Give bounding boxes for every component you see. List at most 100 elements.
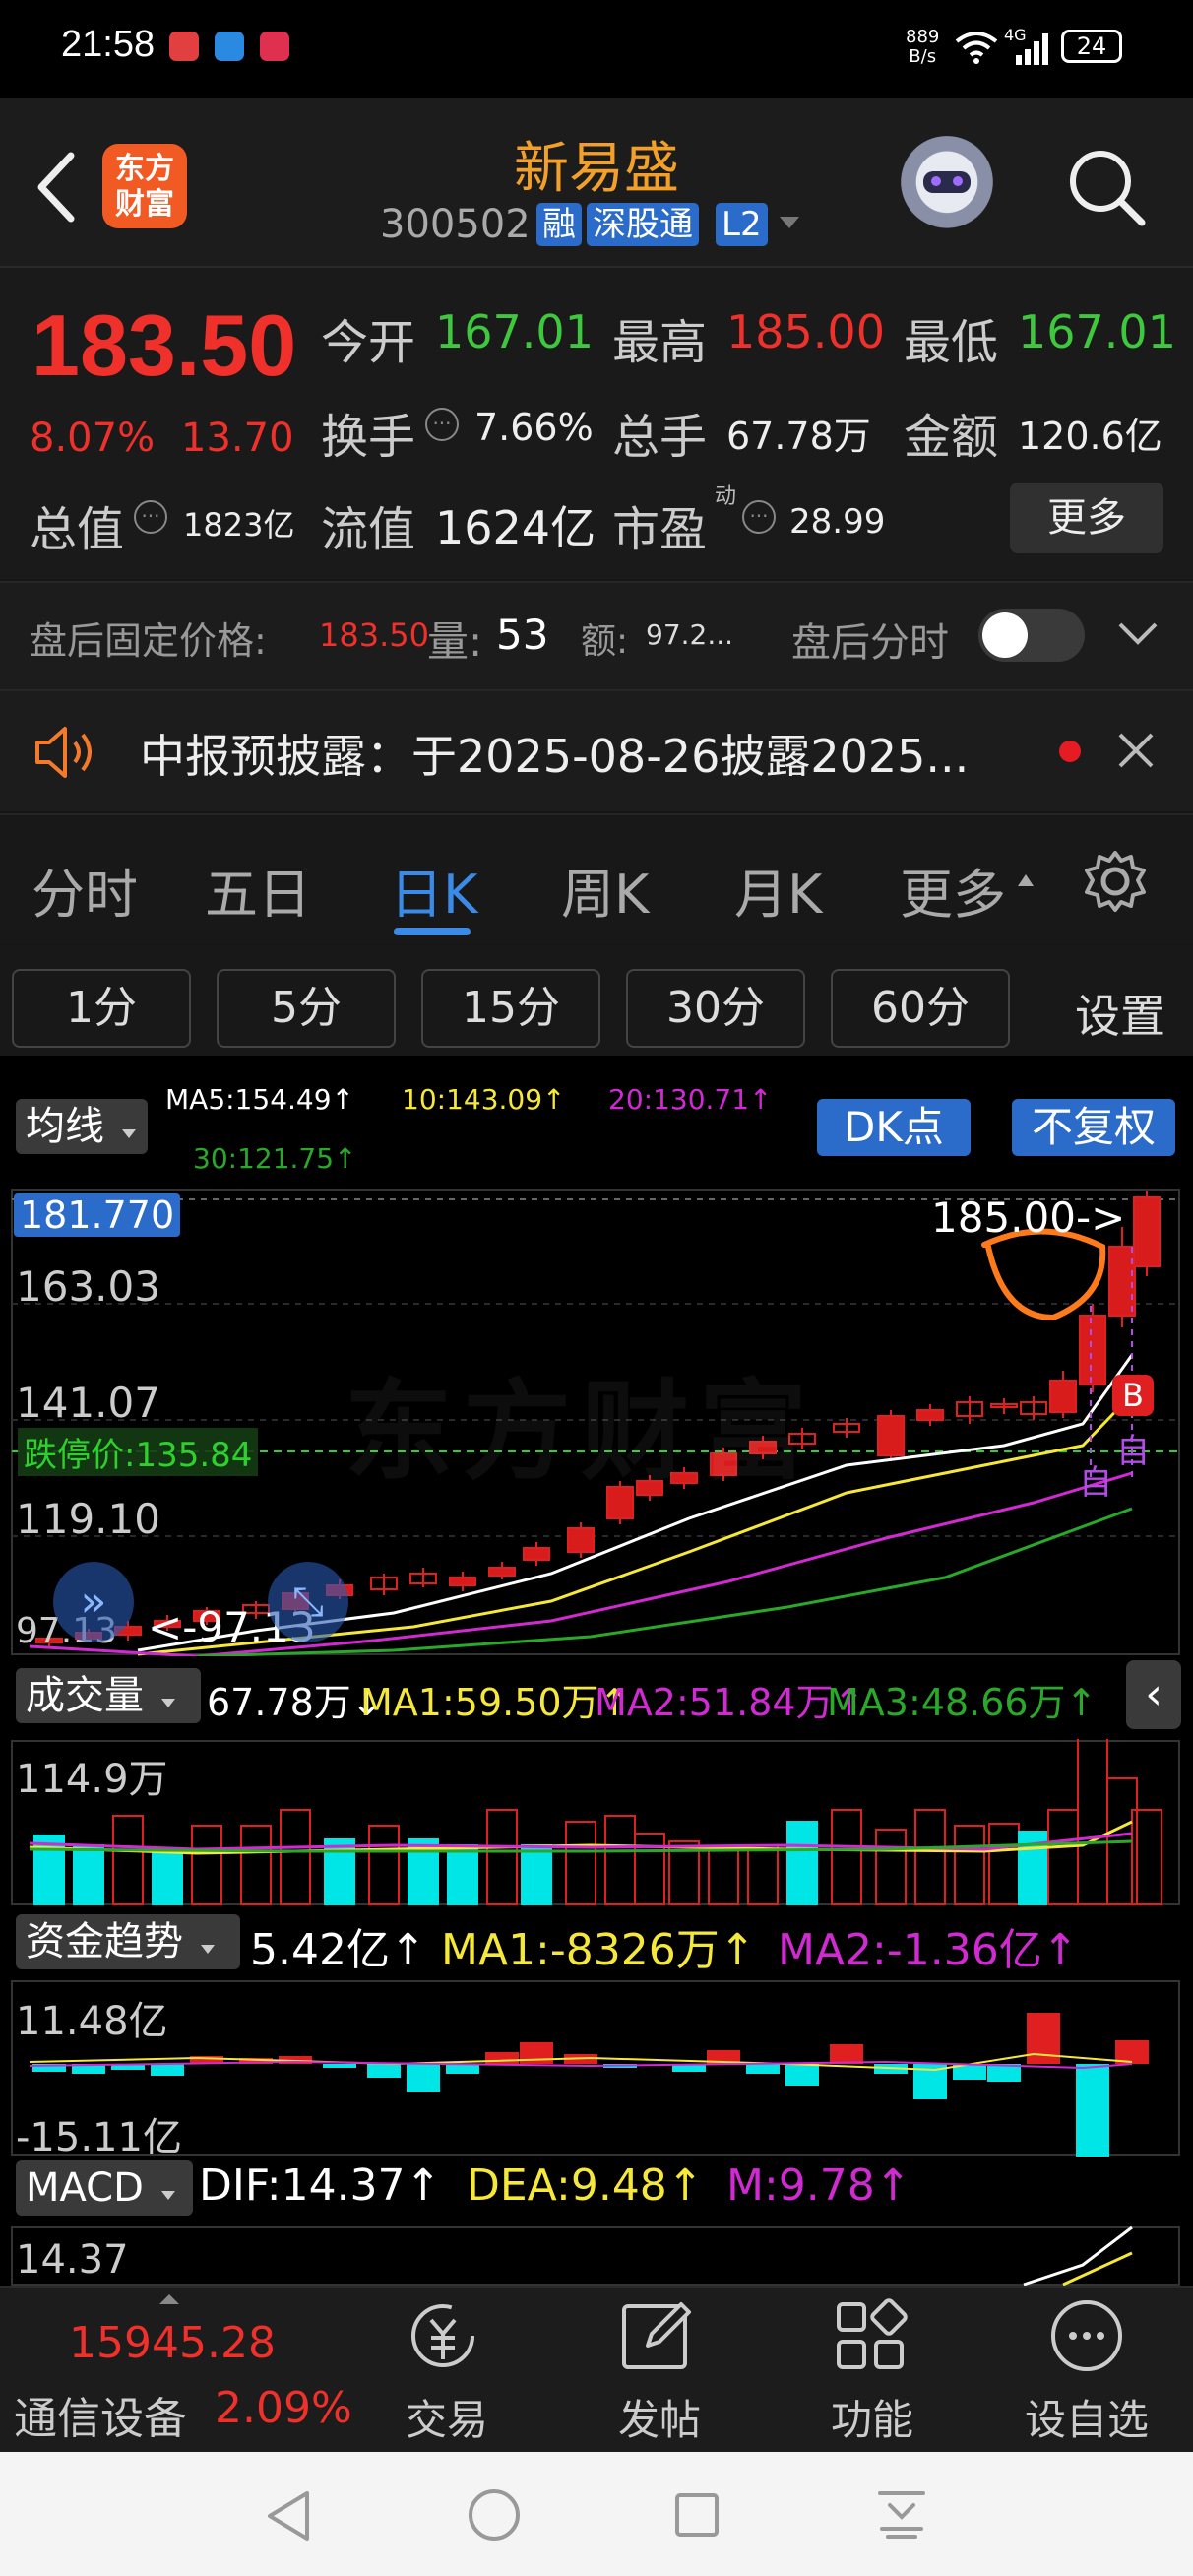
system-pulldown-icon[interactable]	[874, 2487, 929, 2543]
unread-dot	[1059, 741, 1081, 762]
after-hours-label: 盘后固定价格:	[30, 619, 267, 663]
fund-trend-selector[interactable]: 资金趋势	[16, 1914, 240, 1969]
no-adjust-button[interactable]: 不复权	[1012, 1099, 1175, 1156]
kline-candle	[1108, 1246, 1136, 1317]
tab-daily-k[interactable]: 日K	[390, 851, 477, 929]
after-hours-chart-label: 盘后分时	[791, 620, 949, 666]
close-icon[interactable]	[1116, 731, 1156, 770]
settings-gear-icon[interactable]	[1081, 847, 1150, 916]
sector-index-value[interactable]: 15945.28	[69, 2318, 276, 2368]
tab-five-day[interactable]: 五日	[205, 851, 311, 929]
fullscreen-button[interactable]: ⤡	[268, 1562, 348, 1642]
axis-label-top: 181.770	[14, 1193, 181, 1237]
period-30min[interactable]: 30分	[626, 969, 805, 1048]
kline-candle	[567, 1527, 595, 1553]
tab-intraday[interactable]: 分时	[31, 851, 138, 929]
expand-left-button[interactable]: »	[53, 1562, 134, 1642]
turnover-value: 7.66%	[474, 406, 594, 449]
volume-bar	[565, 1821, 596, 1905]
period-settings[interactable]: 设置	[1075, 981, 1165, 1046]
mktcap-info-icon[interactable]: ···	[134, 500, 167, 534]
tab-more[interactable]: 更多	[900, 851, 1006, 929]
margin-tag: 融	[536, 203, 582, 246]
announcement-text[interactable]: 中报预披露：于2025-08-26披露2025...	[140, 721, 969, 786]
volume-bar	[786, 1821, 818, 1905]
volume-label: 总手	[612, 410, 708, 465]
battery-level: 24	[1076, 32, 1107, 60]
nav-functions[interactable]: 功能	[803, 2387, 941, 2447]
fund-trend-chart[interactable]	[0, 1979, 1193, 2157]
fund-trend-selector-label: 资金趋势	[26, 1919, 183, 1964]
after-hours-amt: 97.2...	[646, 618, 734, 651]
low-value: 167.01	[1018, 305, 1176, 358]
status-bar: 21:58 889 B/s 4G 24	[0, 0, 1193, 98]
status-time: 21:58	[61, 24, 156, 65]
kline-candle	[449, 1577, 476, 1586]
system-recents-icon[interactable]	[673, 2491, 721, 2539]
volume-bar	[1077, 1739, 1108, 1905]
l2-tag: L2	[716, 203, 768, 246]
ma-selector-label: 均线	[26, 1104, 104, 1149]
post-edit-icon[interactable]	[618, 2298, 697, 2373]
volume-bar	[280, 1809, 311, 1905]
pe-info-icon[interactable]: ···	[742, 500, 776, 534]
kline-candle	[916, 1409, 944, 1421]
fund-bar	[323, 2064, 356, 2068]
volume-ma3: MA3:48.66万↑	[827, 1681, 1098, 1724]
ma-selector[interactable]: 均线	[16, 1099, 148, 1154]
tab-weekly-k[interactable]: 周K	[561, 851, 649, 929]
sector-index-name[interactable]: 通信设备	[14, 2383, 187, 2446]
system-back-icon[interactable]	[264, 2489, 313, 2543]
low-label: 最低	[904, 315, 999, 370]
more-quote-button[interactable]: 更多	[1010, 483, 1163, 553]
volume-bar	[368, 1825, 400, 1905]
sector-index-percent[interactable]: 2.09%	[215, 2383, 352, 2433]
pe-dynamic-sup: 动	[715, 484, 737, 509]
stock-switch-chevron-icon[interactable]	[778, 215, 801, 232]
add-watchlist-icon[interactable]	[1047, 2296, 1126, 2375]
collapse-panel-button[interactable]: ‹	[1126, 1660, 1181, 1729]
kline-candle	[877, 1415, 905, 1456]
nav-trade[interactable]: 交易	[378, 2387, 516, 2447]
nav-post[interactable]: 发帖	[591, 2387, 728, 2447]
dropdown-triangle-icon	[200, 1945, 215, 1954]
expand-chevron-icon[interactable]	[1116, 618, 1160, 648]
turnover-info-icon[interactable]: ···	[425, 408, 459, 441]
volume-ma2: MA2:51.84万↑	[595, 1681, 865, 1724]
period-60min[interactable]: 60分	[831, 969, 1010, 1048]
robot-assistant-avatar[interactable]	[896, 136, 998, 238]
system-navigation-bar	[0, 2452, 1193, 2576]
kline-candle	[1079, 1315, 1106, 1385]
volume-selector[interactable]: 成交量	[16, 1668, 201, 1723]
battery-icon: 24	[1061, 30, 1122, 63]
float-cap-label: 流值	[321, 502, 416, 557]
float-cap-value: 1624亿	[435, 501, 596, 554]
after-hours-qty: 53	[496, 611, 549, 659]
functions-grid-icon[interactable]	[833, 2298, 908, 2373]
volume-bar	[954, 1825, 985, 1905]
index-up-arrow-icon	[159, 2294, 179, 2304]
dk-point-button[interactable]: DK点	[817, 1099, 971, 1156]
macd-chart[interactable]	[0, 2225, 1193, 2286]
volume-bar	[191, 1825, 222, 1905]
net-speed-value: 889	[906, 27, 940, 47]
trade-icon[interactable]	[402, 2298, 484, 2373]
volume-bar	[634, 1833, 665, 1905]
volume-bar	[604, 1815, 636, 1905]
period-1min[interactable]: 1分	[12, 969, 191, 1048]
kline-candle	[1133, 1196, 1161, 1267]
volume-bar	[152, 1848, 183, 1905]
period-5min[interactable]: 5分	[217, 969, 396, 1048]
amount-value: 120.6亿	[1018, 415, 1162, 458]
volume-chart[interactable]	[0, 1739, 1193, 1906]
period-15min[interactable]: 15分	[421, 969, 600, 1048]
macd-m: M:9.78↑	[726, 2160, 911, 2211]
tab-monthly-k[interactable]: 月K	[734, 851, 822, 929]
nav-add-watchlist[interactable]: 设自选	[1018, 2387, 1156, 2447]
limit-down-price: 跌停价:135.84	[18, 1428, 259, 1476]
macd-selector[interactable]: MACD	[16, 2160, 193, 2216]
fund-trend-value: 5.42亿↑	[250, 1925, 426, 1975]
system-home-icon[interactable]	[467, 2487, 522, 2543]
search-icon[interactable]	[1063, 144, 1152, 232]
after-hours-toggle[interactable]	[978, 609, 1085, 662]
